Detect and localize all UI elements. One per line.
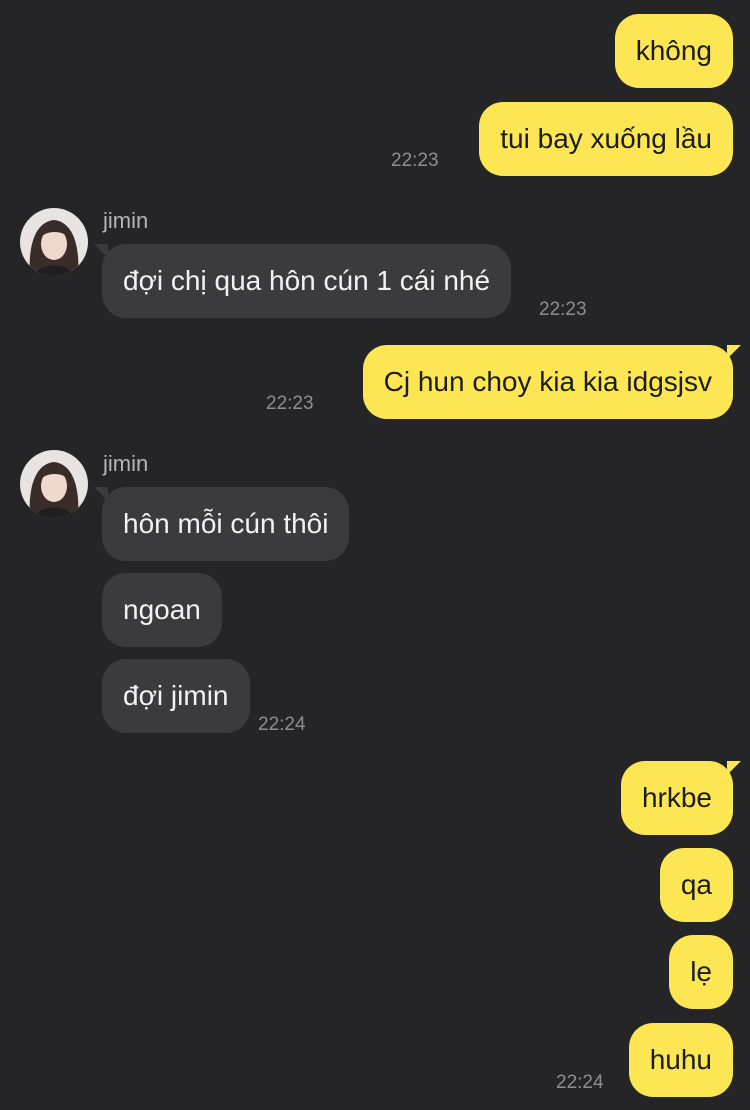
outgoing-message-bubble[interactable]: Cj hun choy kia kia idgsjsv <box>362 345 742 419</box>
outgoing-message-bubble[interactable]: không <box>614 14 733 88</box>
contact-avatar[interactable] <box>20 450 88 518</box>
outgoing-message-bubble[interactable]: hrkbe <box>620 761 742 835</box>
contact-name: jimin <box>103 208 149 233</box>
message-timestamp: 22:24 <box>556 1072 604 1093</box>
outgoing-message-bubble[interactable]: huhu <box>628 1023 733 1097</box>
contact-avatar[interactable] <box>20 208 88 276</box>
incoming-message-bubble[interactable]: đợi jimin <box>102 659 250 733</box>
message-timestamp: 22:23 <box>266 393 314 414</box>
incoming-message-bubble[interactable]: ngoan <box>102 573 222 647</box>
outgoing-message-bubble[interactable]: lẹ <box>669 935 733 1009</box>
contact-name: jimin <box>103 451 149 476</box>
incoming-message-bubble[interactable]: đợi chị qua hôn cún 1 cái nhé <box>93 244 512 318</box>
incoming-message-bubble[interactable]: hôn mỗi cún thôi <box>93 487 350 561</box>
message-timestamp: 22:24 <box>258 714 306 735</box>
message-timestamp: 22:23 <box>391 150 439 171</box>
avatar-photo-icon <box>20 450 88 518</box>
message-timestamp: 22:23 <box>539 299 587 320</box>
outgoing-message-bubble[interactable]: qa <box>659 848 733 922</box>
avatar-photo-icon <box>20 208 88 276</box>
outgoing-message-bubble[interactable]: tui bay xuống lầu <box>479 102 733 176</box>
